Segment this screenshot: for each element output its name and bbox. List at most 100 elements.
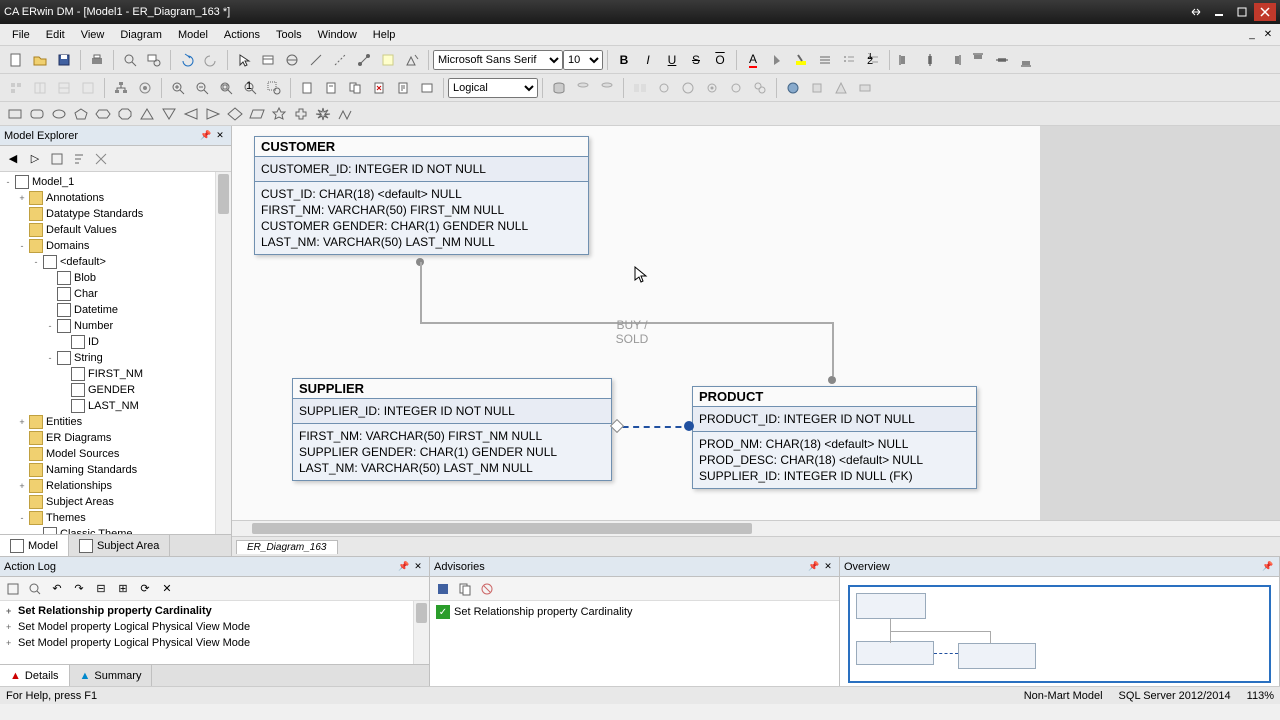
pin-icon[interactable]: 📌 (199, 129, 213, 143)
log-row[interactable]: +Set Relationship property Cardinality (2, 603, 427, 619)
undo-icon[interactable] (176, 49, 198, 71)
mdi-close-icon[interactable]: ✕ (1260, 27, 1276, 43)
rel-label[interactable]: BUY / SOLD (602, 318, 662, 346)
save-icon[interactable] (53, 49, 75, 71)
tab-subject-area[interactable]: Subject Area (69, 535, 170, 556)
roundrect-shape-icon[interactable] (27, 105, 47, 123)
numbered-list-icon[interactable]: 12 (862, 49, 884, 71)
italic-icon[interactable]: I (637, 49, 659, 71)
rel-endpoint-icon[interactable] (828, 376, 836, 384)
tree-item[interactable]: -Number (2, 318, 229, 334)
pointer-icon[interactable] (233, 49, 255, 71)
triangle-left-icon[interactable] (181, 105, 201, 123)
line-style-icon[interactable] (814, 49, 836, 71)
tree-item[interactable]: GENDER (2, 382, 229, 398)
align-top-icon[interactable] (967, 49, 989, 71)
zoom-in-icon[interactable] (167, 77, 189, 99)
gear2-icon[interactable] (725, 77, 747, 99)
report-icon[interactable] (296, 77, 318, 99)
triangle-right-icon[interactable] (203, 105, 223, 123)
canvas-h-scrollbar[interactable] (232, 520, 1280, 536)
font-size-select[interactable]: 10 (563, 50, 603, 70)
rect-shape-icon[interactable] (5, 105, 25, 123)
text-color-icon[interactable]: A (742, 49, 764, 71)
mart2-icon[interactable] (806, 77, 828, 99)
pentagon-shape-icon[interactable] (71, 105, 91, 123)
tree-item[interactable]: ID (2, 334, 229, 350)
menu-tools[interactable]: Tools (268, 27, 310, 43)
hexagon-shape-icon[interactable] (93, 105, 113, 123)
tree-item[interactable]: -Model_1 (2, 174, 229, 190)
subtype-icon[interactable] (281, 49, 303, 71)
tree-item[interactable]: +Annotations (2, 190, 229, 206)
entity-icon[interactable] (257, 49, 279, 71)
close-panel-icon[interactable]: ✕ (213, 129, 227, 143)
new-icon[interactable] (5, 49, 27, 71)
close-panel-icon[interactable]: ✕ (411, 560, 425, 574)
cross-shape-icon[interactable] (291, 105, 311, 123)
mart-icon[interactable] (782, 77, 804, 99)
tree-item[interactable]: Char (2, 286, 229, 302)
zoom-fit-icon[interactable] (215, 77, 237, 99)
tree-item[interactable]: ER Diagrams (2, 430, 229, 446)
log-redo-icon[interactable]: ↷ (68, 579, 90, 599)
align-center-h-icon[interactable] (919, 49, 941, 71)
tree-item[interactable]: -<default> (2, 254, 229, 270)
menu-edit[interactable]: Edit (38, 27, 73, 43)
menu-window[interactable]: Window (310, 27, 365, 43)
adv-save-icon[interactable] (432, 579, 454, 599)
align-left-icon[interactable] (895, 49, 917, 71)
overview-minimap[interactable] (848, 585, 1271, 683)
close-button[interactable] (1254, 3, 1276, 21)
exp-filter-icon[interactable] (46, 148, 68, 170)
open-icon[interactable] (29, 49, 51, 71)
nonidentifying-rel-icon[interactable] (329, 49, 351, 71)
connector-icon[interactable] (335, 105, 355, 123)
tree-item[interactable]: Datatype Standards (2, 206, 229, 222)
print-icon[interactable] (86, 49, 108, 71)
advisory-row[interactable]: ✓ Set Relationship property Cardinality (432, 603, 837, 621)
exp-fwd-icon[interactable]: ▷ (24, 148, 46, 170)
report4-icon[interactable] (368, 77, 390, 99)
grid-icon[interactable] (5, 77, 27, 99)
gear3-icon[interactable] (749, 77, 771, 99)
close-panel-icon[interactable]: ✕ (821, 560, 835, 574)
underline-icon[interactable]: U (661, 49, 683, 71)
strike-icon[interactable]: S (685, 49, 707, 71)
tree-item[interactable]: Model Sources (2, 446, 229, 462)
log-collapse-icon[interactable]: ⊟ (90, 579, 112, 599)
tab-summary[interactable]: ▲Summary (70, 665, 153, 686)
tree-item[interactable]: Blob (2, 270, 229, 286)
adv-clear-icon[interactable] (476, 579, 498, 599)
bold-icon[interactable]: B (613, 49, 635, 71)
tree-item[interactable]: FIRST_NM (2, 366, 229, 382)
menu-help[interactable]: Help (365, 27, 404, 43)
entity-product[interactable]: PRODUCT PRODUCT_ID: INTEGER ID NOT NULL … (692, 386, 977, 489)
script-icon[interactable] (392, 77, 414, 99)
menu-model[interactable]: Model (170, 27, 216, 43)
script2-icon[interactable] (416, 77, 438, 99)
list-icon[interactable] (838, 49, 860, 71)
minimize-button[interactable] (1208, 3, 1230, 21)
ellipse-shape-icon[interactable] (49, 105, 69, 123)
rel-diamond-icon[interactable] (610, 419, 624, 433)
parallelogram-icon[interactable] (247, 105, 267, 123)
rel-line[interactable] (420, 262, 422, 322)
tree-item[interactable]: Naming Standards (2, 462, 229, 478)
log-row[interactable]: +Set Model property Logical Physical Vie… (2, 619, 427, 635)
diagram-canvas[interactable]: CUSTOMER CUSTOMER_ID: INTEGER ID NOT NUL… (232, 126, 1280, 520)
tree-item[interactable]: -Domains (2, 238, 229, 254)
swap-icon[interactable] (1185, 3, 1207, 21)
tree-item[interactable]: Subject Areas (2, 494, 229, 510)
align-bottom-icon[interactable] (1015, 49, 1037, 71)
merge-icon[interactable] (677, 77, 699, 99)
db-icon[interactable] (548, 77, 570, 99)
menu-diagram[interactable]: Diagram (112, 27, 170, 43)
db3-icon[interactable] (596, 77, 618, 99)
rel-line-dashed[interactable] (612, 426, 692, 428)
tree-item[interactable]: +Entities (2, 414, 229, 430)
compare-icon[interactable] (629, 77, 651, 99)
burst-shape-icon[interactable] (313, 105, 333, 123)
report2-icon[interactable] (320, 77, 342, 99)
triangle-up-icon[interactable] (137, 105, 157, 123)
